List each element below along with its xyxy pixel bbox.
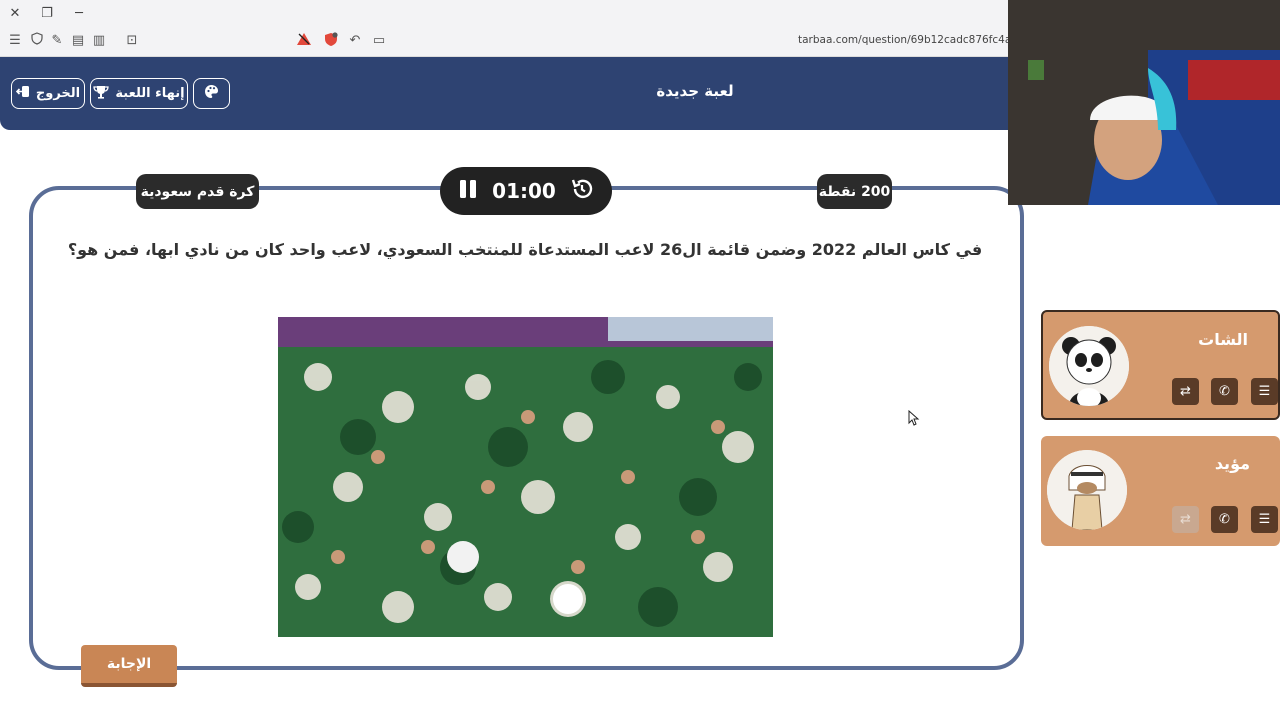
- category-badge: كرة قدم سعودية: [136, 174, 259, 209]
- browser-toolbar: ✕ ❐ ─ ☰ ✎ ▤ ▥ ⊡ ↶ ▭ tarbaa.com/question/…: [0, 0, 1008, 57]
- timer-display: 01:00: [492, 179, 556, 203]
- minimize-icon[interactable]: ─: [69, 4, 89, 24]
- panda-avatar: [1049, 326, 1129, 406]
- brave-shield-icon[interactable]: [322, 32, 340, 50]
- trophy-icon: [93, 85, 110, 103]
- list-icon[interactable]: ☰: [1251, 506, 1278, 533]
- pin-icon[interactable]: ✎: [48, 32, 66, 50]
- question-image: [278, 317, 773, 637]
- palette-icon: [204, 84, 219, 103]
- reset-timer-button[interactable]: [570, 177, 594, 205]
- palette-button[interactable]: [193, 78, 230, 109]
- camel-avatar: [1047, 450, 1127, 530]
- webcam-overlay: [1008, 0, 1280, 205]
- restore-icon[interactable]: ❐: [37, 4, 57, 24]
- points-badge: 200 نقطة: [817, 174, 892, 209]
- address-url[interactable]: tarbaa.com/question/69b12cadc876fc4a8ef7…: [798, 34, 1008, 46]
- question-text: في كاس العالم 2022 وضمن قائمة ال26 لاعب …: [67, 240, 983, 259]
- tabs-icon[interactable]: ▤: [69, 32, 87, 50]
- end-game-button[interactable]: إنهاء اللعبة: [90, 78, 188, 109]
- screenshot-icon[interactable]: ⊡: [123, 32, 141, 50]
- exit-label: الخروج: [35, 86, 81, 101]
- device-icon[interactable]: ▭: [370, 32, 388, 50]
- team-name: الشات: [1198, 330, 1248, 349]
- pause-button[interactable]: [458, 178, 478, 204]
- list-icon[interactable]: ☰: [1251, 378, 1278, 405]
- game-title: لعبة جديدة: [656, 82, 734, 100]
- adblock-icon[interactable]: [295, 32, 313, 50]
- game-header: الخروج إنهاء اللعبة لعبة جديدة: [0, 57, 1008, 130]
- shield-icon[interactable]: [28, 32, 46, 50]
- phone-icon[interactable]: ✆: [1211, 378, 1238, 405]
- end-game-label: إنهاء اللعبة: [115, 86, 185, 101]
- sidebar-icon[interactable]: ▥: [90, 32, 108, 50]
- address-row: ☰ ✎ ▤ ▥ ⊡ ↶ ▭ tarbaa.com/question/69b12c…: [0, 30, 1008, 54]
- team-panel: مؤيد ⇄ ✆ ☰: [1041, 436, 1280, 546]
- timer-widget: 01:00: [440, 167, 612, 215]
- exit-button[interactable]: الخروج: [11, 78, 85, 109]
- team-name: مؤيد: [1214, 454, 1250, 473]
- swap-icon[interactable]: ⇄: [1172, 506, 1199, 533]
- answer-button[interactable]: الإجابة: [81, 645, 177, 687]
- undo-icon[interactable]: ↶: [346, 32, 364, 50]
- phone-icon[interactable]: ✆: [1211, 506, 1238, 533]
- exit-icon: [15, 85, 30, 102]
- close-icon[interactable]: ✕: [5, 4, 25, 24]
- swap-icon[interactable]: ⇄: [1172, 378, 1199, 405]
- team-panel: الشات ⇄ ✆ ☰: [1041, 310, 1280, 420]
- menu-icon[interactable]: ☰: [6, 32, 24, 50]
